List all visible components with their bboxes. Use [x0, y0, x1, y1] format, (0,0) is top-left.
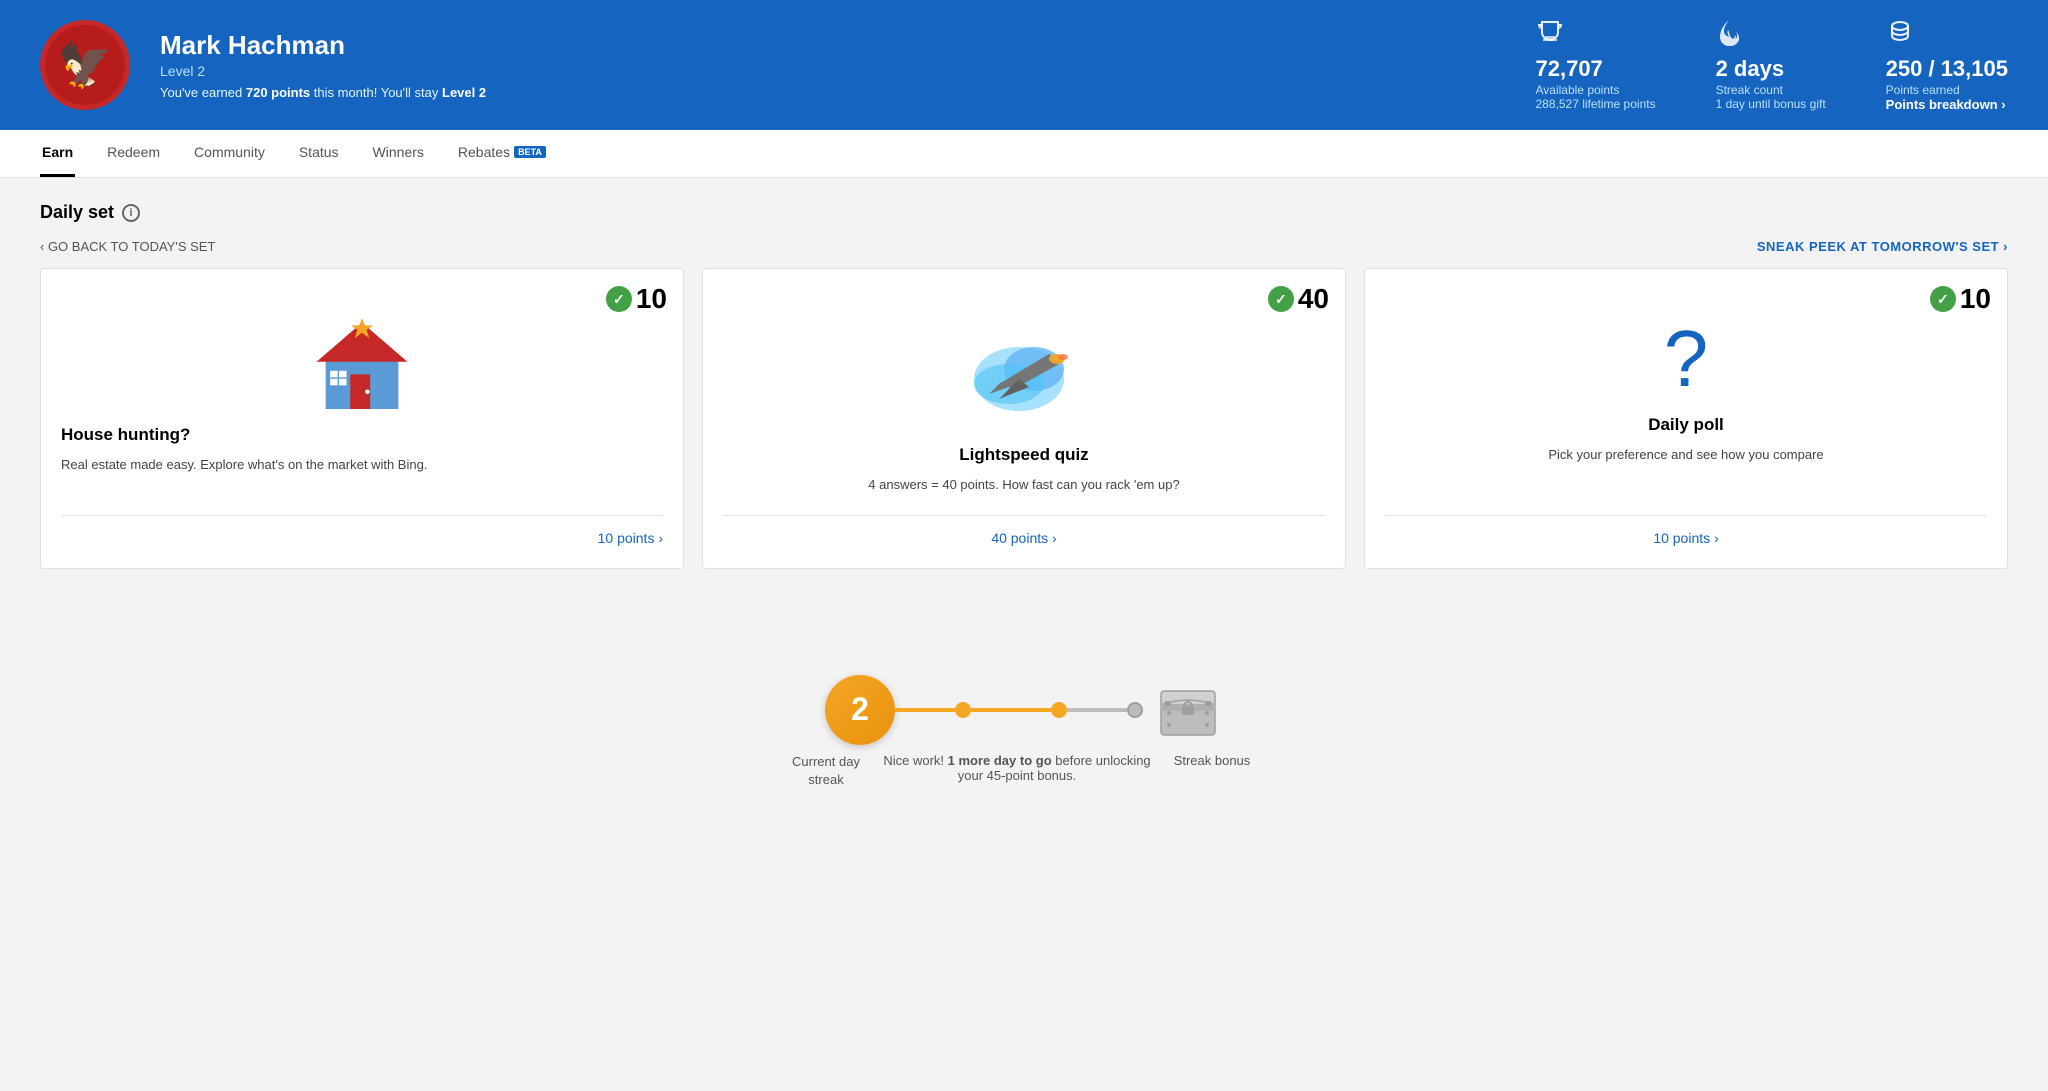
section-title: Daily set i — [40, 202, 2008, 223]
streak-line-2 — [971, 708, 1051, 712]
coins-icon — [1886, 18, 2008, 52]
streak-value: 2 days — [1716, 56, 1826, 82]
card-2-footer: 40 points › — [723, 515, 1325, 548]
card-3-score: ✓ 10 — [1930, 283, 1991, 315]
streak-track: 2 — [825, 675, 1223, 745]
streak-sub: 1 day until bonus gift — [1716, 97, 1826, 111]
card-3-check: ✓ — [1930, 286, 1956, 312]
user-level: Level 2 — [160, 63, 1506, 79]
back-to-today-button[interactable]: ‹ GO BACK TO TODAY'S SET — [40, 239, 215, 254]
card-3-footer: 10 points › — [1385, 515, 1987, 548]
points-breakdown-link[interactable]: Points breakdown › — [1886, 97, 2008, 112]
card-1-footer: 10 points › — [61, 515, 663, 548]
sneak-peek-button[interactable]: SNEAK PEEK AT TOMORROW'S SET › — [1757, 239, 2008, 254]
card-1-title: House hunting? — [61, 425, 663, 445]
available-points-label: Available points — [1536, 83, 1656, 97]
stat-available-points: 72,707 Available points 288,527 lifetime… — [1536, 18, 1656, 111]
points-earned-value: 250 / 13,105 — [1886, 56, 2008, 82]
avatar: 🦅 — [40, 20, 130, 110]
streak-dot-1 — [955, 702, 971, 718]
card-2-link[interactable]: 40 points › — [991, 530, 1056, 546]
streak-chest — [1153, 675, 1223, 745]
streak-day-label: Current day streak — [791, 753, 861, 789]
card-2-check: ✓ — [1268, 286, 1294, 312]
card-daily-poll: ✓ 10 ? Daily poll Pick your preference a… — [1364, 268, 2008, 569]
card-1-desc: Real estate made easy. Explore what's on… — [61, 455, 663, 495]
card-1-link[interactable]: 10 points › — [598, 530, 663, 546]
streak-section: 2 — [0, 645, 2048, 809]
card-3-image: ? — [1664, 319, 1709, 399]
card-1-check: ✓ — [606, 286, 632, 312]
card-3-desc: Pick your preference and see how you com… — [1385, 445, 1987, 495]
streak-line-3 — [1067, 708, 1127, 712]
card-2-title: Lightspeed quiz — [723, 445, 1325, 465]
nav-winners[interactable]: Winners — [371, 130, 426, 177]
header-stats: 72,707 Available points 288,527 lifetime… — [1536, 18, 2009, 112]
streak-line-1 — [895, 708, 955, 712]
card-house-hunting: ✓ 10 — [40, 268, 684, 569]
main-content: Daily set i ‹ GO BACK TO TODAY'S SET SNE… — [0, 178, 2048, 645]
streak-dot-2 — [1051, 702, 1067, 718]
lifetime-points: 288,527 lifetime points — [1536, 97, 1656, 111]
card-1-score: ✓ 10 — [606, 283, 667, 315]
card-1-image — [297, 309, 427, 409]
user-name: Mark Hachman — [160, 30, 1506, 61]
card-3-title: Daily poll — [1385, 415, 1987, 435]
nav-community[interactable]: Community — [192, 130, 267, 177]
streak-icon — [1716, 18, 1826, 52]
trophy-icon — [1536, 18, 1656, 52]
streak-labels: Current day streak Nice work! 1 more day… — [791, 753, 1257, 789]
question-mark-icon: ? — [1664, 319, 1709, 399]
nav-rebates[interactable]: Rebates BETA — [456, 130, 548, 177]
page-header: 🦅 Mark Hachman Level 2 You've earned 720… — [0, 0, 2048, 130]
nav-status[interactable]: Status — [297, 130, 341, 177]
stat-streak: 2 days Streak count 1 day until bonus gi… — [1716, 18, 1826, 111]
available-points-value: 72,707 — [1536, 56, 1656, 82]
nav-redeem[interactable]: Redeem — [105, 130, 162, 177]
beta-badge: BETA — [514, 146, 546, 158]
card-navigation-row: ‹ GO BACK TO TODAY'S SET SNEAK PEEK AT T… — [40, 239, 2008, 254]
streak-day-circle: 2 — [825, 675, 895, 745]
card-lightspeed-quiz: ✓ 40 — [702, 268, 1346, 569]
info-icon[interactable]: i — [122, 204, 140, 222]
nav-earn[interactable]: Earn — [40, 130, 75, 177]
stat-points-earned: 250 / 13,105 Points earned Points breakd… — [1886, 18, 2008, 112]
streak-label: Streak count — [1716, 83, 1826, 97]
card-2-image — [959, 319, 1089, 429]
cards-row: ✓ 10 — [40, 268, 2008, 569]
avatar-image: 🦅 — [58, 39, 113, 91]
card-2-score: ✓ 40 — [1268, 283, 1329, 315]
user-info: Mark Hachman Level 2 You've earned 720 p… — [160, 30, 1506, 100]
streak-middle-label: Nice work! 1 more day to go before unloc… — [877, 753, 1157, 783]
card-3-link[interactable]: 10 points › — [1653, 530, 1718, 546]
user-message: You've earned 720 points this month! You… — [160, 85, 1506, 100]
nav-bar: Earn Redeem Community Status Winners Reb… — [0, 130, 2048, 178]
streak-dot-3 — [1127, 702, 1143, 718]
points-earned-label: Points earned — [1886, 83, 2008, 97]
streak-bonus-label: Streak bonus — [1167, 753, 1257, 768]
card-2-desc: 4 answers = 40 points. How fast can you … — [723, 475, 1325, 495]
